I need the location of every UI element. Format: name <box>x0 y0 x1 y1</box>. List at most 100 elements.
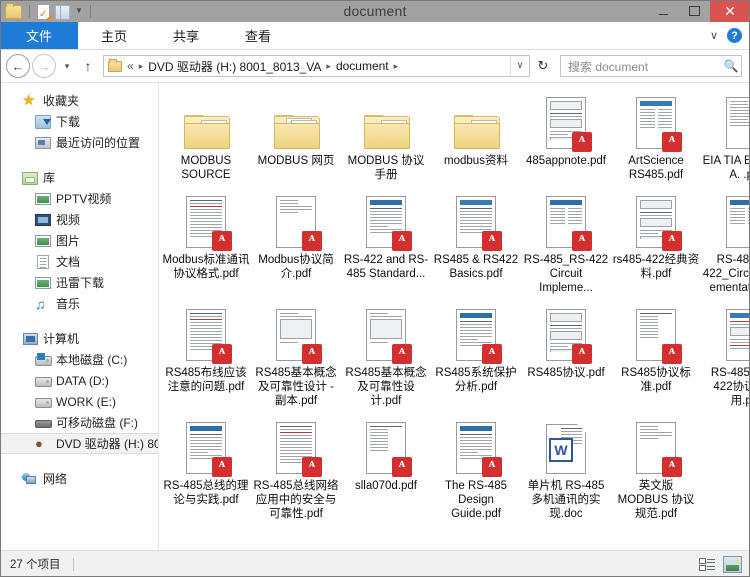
sidebar-item-dvd-drive-h[interactable]: ● DVD 驱动器 (H:) 80 <box>0 433 158 454</box>
file-item[interactable]: ᴬ RS-485_RS-422 Circuit Impleme... <box>521 188 611 301</box>
back-button[interactable]: ← <box>6 54 30 78</box>
sidebar-item-label: 视频 <box>56 213 81 227</box>
chevron-down-icon[interactable]: ∨ <box>710 29 718 42</box>
sidebar-item-label: WORK (E:) <box>56 394 116 409</box>
file-item[interactable]: ᴬ RS485 & RS422 Basics.pdf <box>431 188 521 301</box>
address-dropdown-icon[interactable]: ∨ <box>510 56 529 76</box>
search-input[interactable]: 搜索 document <box>561 58 721 75</box>
sidebar-item-label: 库 <box>43 171 56 185</box>
tab-share[interactable]: 共享 <box>150 22 222 49</box>
sidebar-item-pptv[interactable]: PPTV视频 <box>0 188 158 209</box>
file-item[interactable]: ᴬ RS485系统保护分析.pdf <box>431 301 521 414</box>
file-item[interactable]: ᴬ RS485协议标准.pdf <box>611 301 701 414</box>
sidebar-item-recent-places[interactable]: 最近访问的位置 <box>0 132 158 153</box>
close-button[interactable]: ✕ <box>710 0 750 22</box>
file-item[interactable]: ᴬ RS-485总线网络应用中的安全与可靠性.pdf <box>251 414 341 527</box>
computer-icon <box>22 331 38 347</box>
maximize-button[interactable] <box>679 0 710 22</box>
file-item[interactable]: ᴬ RS485布线应该注意的问题.pdf <box>161 301 251 414</box>
sidebar-item-drive-d[interactable]: DATA (D:) <box>0 370 158 391</box>
sidebar-item-videos[interactable]: 视频 <box>0 209 158 230</box>
pdf-thumbnail: ᴬ <box>538 192 594 251</box>
file-item[interactable]: ᴬ RS-485总线的理论与实践.pdf <box>161 414 251 527</box>
file-item[interactable]: MODBUS 协议手册 <box>341 89 431 188</box>
file-item[interactable]: MODBUS SOURCE <box>161 89 251 188</box>
new-folder-icon[interactable] <box>54 3 70 20</box>
file-item[interactable]: ᴬ 英文版 MODBUS 协议规范.pdf <box>611 414 701 527</box>
sidebar-item-drive-f[interactable]: 可移动磁盘 (F:) <box>0 412 158 433</box>
file-item[interactable]: ᴬ RS-422 and RS-485 Standard... <box>341 188 431 301</box>
folder-thumbnail <box>268 93 324 151</box>
pdf-badge-icon: ᴬ <box>662 231 682 251</box>
tab-view[interactable]: 查看 <box>222 22 294 49</box>
breadcrumb-item-drive[interactable]: DVD 驱动器 (H:) 8001_8013_VA <box>148 58 321 75</box>
properties-icon[interactable]: ✓ <box>35 3 51 20</box>
file-item[interactable]: ᴬ EIA TIA EIA-485-A. .pdf <box>701 89 750 188</box>
sidebar-item-label: PPTV视频 <box>56 192 112 206</box>
tab-file[interactable]: 文件 <box>0 22 78 49</box>
videos-icon <box>35 212 51 228</box>
sidebar-item-label: 计算机 <box>43 332 80 346</box>
sidebar-item-music[interactable]: ♫ 音乐 <box>0 293 158 314</box>
file-item[interactable]: ᴬ RS485协议.pdf <box>521 301 611 414</box>
pdf-badge-icon: ᴬ <box>572 344 592 364</box>
divider <box>29 4 30 18</box>
chevron-down-icon[interactable]: ▼ <box>75 0 83 22</box>
sidebar-item-documents[interactable]: 文档 <box>0 251 158 272</box>
refresh-button[interactable]: ↻ <box>532 58 554 74</box>
pdf-thumbnail: ᴬ <box>448 305 504 364</box>
file-item[interactable]: ᴬ slla070d.pdf <box>341 414 431 527</box>
up-button[interactable]: ↑ <box>78 54 98 78</box>
sidebar-item-computer[interactable]: 计算机 <box>0 328 158 349</box>
file-item[interactable]: ᴬ ArtScience RS485.pdf <box>611 89 701 188</box>
sidebar-item-pictures[interactable]: 图片 <box>0 230 158 251</box>
sidebar-item-libraries[interactable]: 库 <box>0 167 158 188</box>
file-list-pane[interactable]: MODBUS SOURCE MODBUS 网页 MODBUS 协议手册 modbus资… <box>158 83 750 550</box>
pdf-thumbnail: ᴬ <box>178 305 234 364</box>
search-box[interactable]: 搜索 document 🔍 <box>560 55 742 77</box>
address-box[interactable]: « ▸ DVD 驱动器 (H:) 8001_8013_VA ▸ document… <box>103 55 530 77</box>
file-item[interactable]: modbus资料 <box>431 89 521 188</box>
file-item[interactable]: ᴬ Modbus标准通讯协议格式.pdf <box>161 188 251 301</box>
breadcrumb-item-document[interactable]: document <box>336 59 389 73</box>
pdf-page-icon: ᴬ <box>366 309 412 364</box>
help-icon[interactable]: ? <box>727 28 742 43</box>
breadcrumb-overflow[interactable]: « <box>127 59 134 73</box>
sidebar-item-drive-e[interactable]: WORK (E:) <box>0 391 158 412</box>
pdf-badge-icon: ᴬ <box>302 457 322 477</box>
sidebar-item-downloads[interactable]: 下载 <box>0 111 158 132</box>
word-page-icon: W <box>546 424 586 474</box>
pdf-thumbnail: ᴬ <box>178 418 234 477</box>
file-name-label: modbus资料 <box>444 155 508 167</box>
search-icon[interactable]: 🔍 <box>721 59 741 73</box>
minimize-button[interactable] <box>648 0 679 22</box>
sidebar-item-favorites[interactable]: ★ 收藏夹 <box>0 90 158 111</box>
sidebar-item-thunder-download[interactable]: 迅雷下载 <box>0 272 158 293</box>
file-item[interactable]: MODBUS 网页 <box>251 89 341 188</box>
file-item[interactable]: W 单片机 RS-485多机通讯的实现.doc <box>521 414 611 527</box>
file-item[interactable]: ᴬ rs485-422经典资料.pdf <box>611 188 701 301</box>
file-name-label: The RS-485 Design Guide.pdf <box>444 480 507 520</box>
library-icon <box>22 170 38 186</box>
large-icons-view-icon[interactable] <box>723 555 742 573</box>
sidebar-item-drive-c[interactable]: 本地磁盘 (C:) <box>0 349 158 370</box>
breadcrumb: « ▸ DVD 驱动器 (H:) 8001_8013_VA ▸ document… <box>104 58 510 75</box>
pdf-page-icon: ᴬ <box>636 97 682 152</box>
folder-icon[interactable] <box>5 3 22 19</box>
recent-locations-icon[interactable]: ▾ <box>58 54 76 78</box>
file-item[interactable]: ᴬ RS485基本概念及可靠性设计 - 副本.pdf <box>251 301 341 414</box>
file-item[interactable]: ᴬ 485appnote.pdf <box>521 89 611 188</box>
navigation-pane[interactable]: ★ 收藏夹 下载 最近访问的位置 库 PPTV视频 视频 图片 文档 迅雷下载 … <box>0 83 158 550</box>
details-view-icon[interactable] <box>699 557 716 572</box>
file-item[interactable]: ᴬ RS-485与RS-422协议及应用.pdf <box>701 301 750 414</box>
sidebar-group-libraries: 库 PPTV视频 视频 图片 文档 迅雷下载 ♫ 音乐 <box>0 167 158 314</box>
file-item[interactable]: ᴬ RS485基本概念及可靠性设计.pdf <box>341 301 431 414</box>
file-item[interactable]: ᴬ The RS-485 Design Guide.pdf <box>431 414 521 527</box>
file-item[interactable]: ᴬ Modbus协议简介.pdf <box>251 188 341 301</box>
forward-button[interactable]: → <box>32 54 56 78</box>
breadcrumb-separator: ▸ <box>393 60 399 71</box>
sidebar-item-network[interactable]: 网络 <box>0 468 158 489</box>
tab-home[interactable]: 主页 <box>78 22 150 49</box>
file-item[interactable]: ᴬ RS-485RS-422_Circuit_Implementation_... <box>701 188 750 301</box>
title-bar: ✓ ▼ document ✕ <box>0 0 750 22</box>
